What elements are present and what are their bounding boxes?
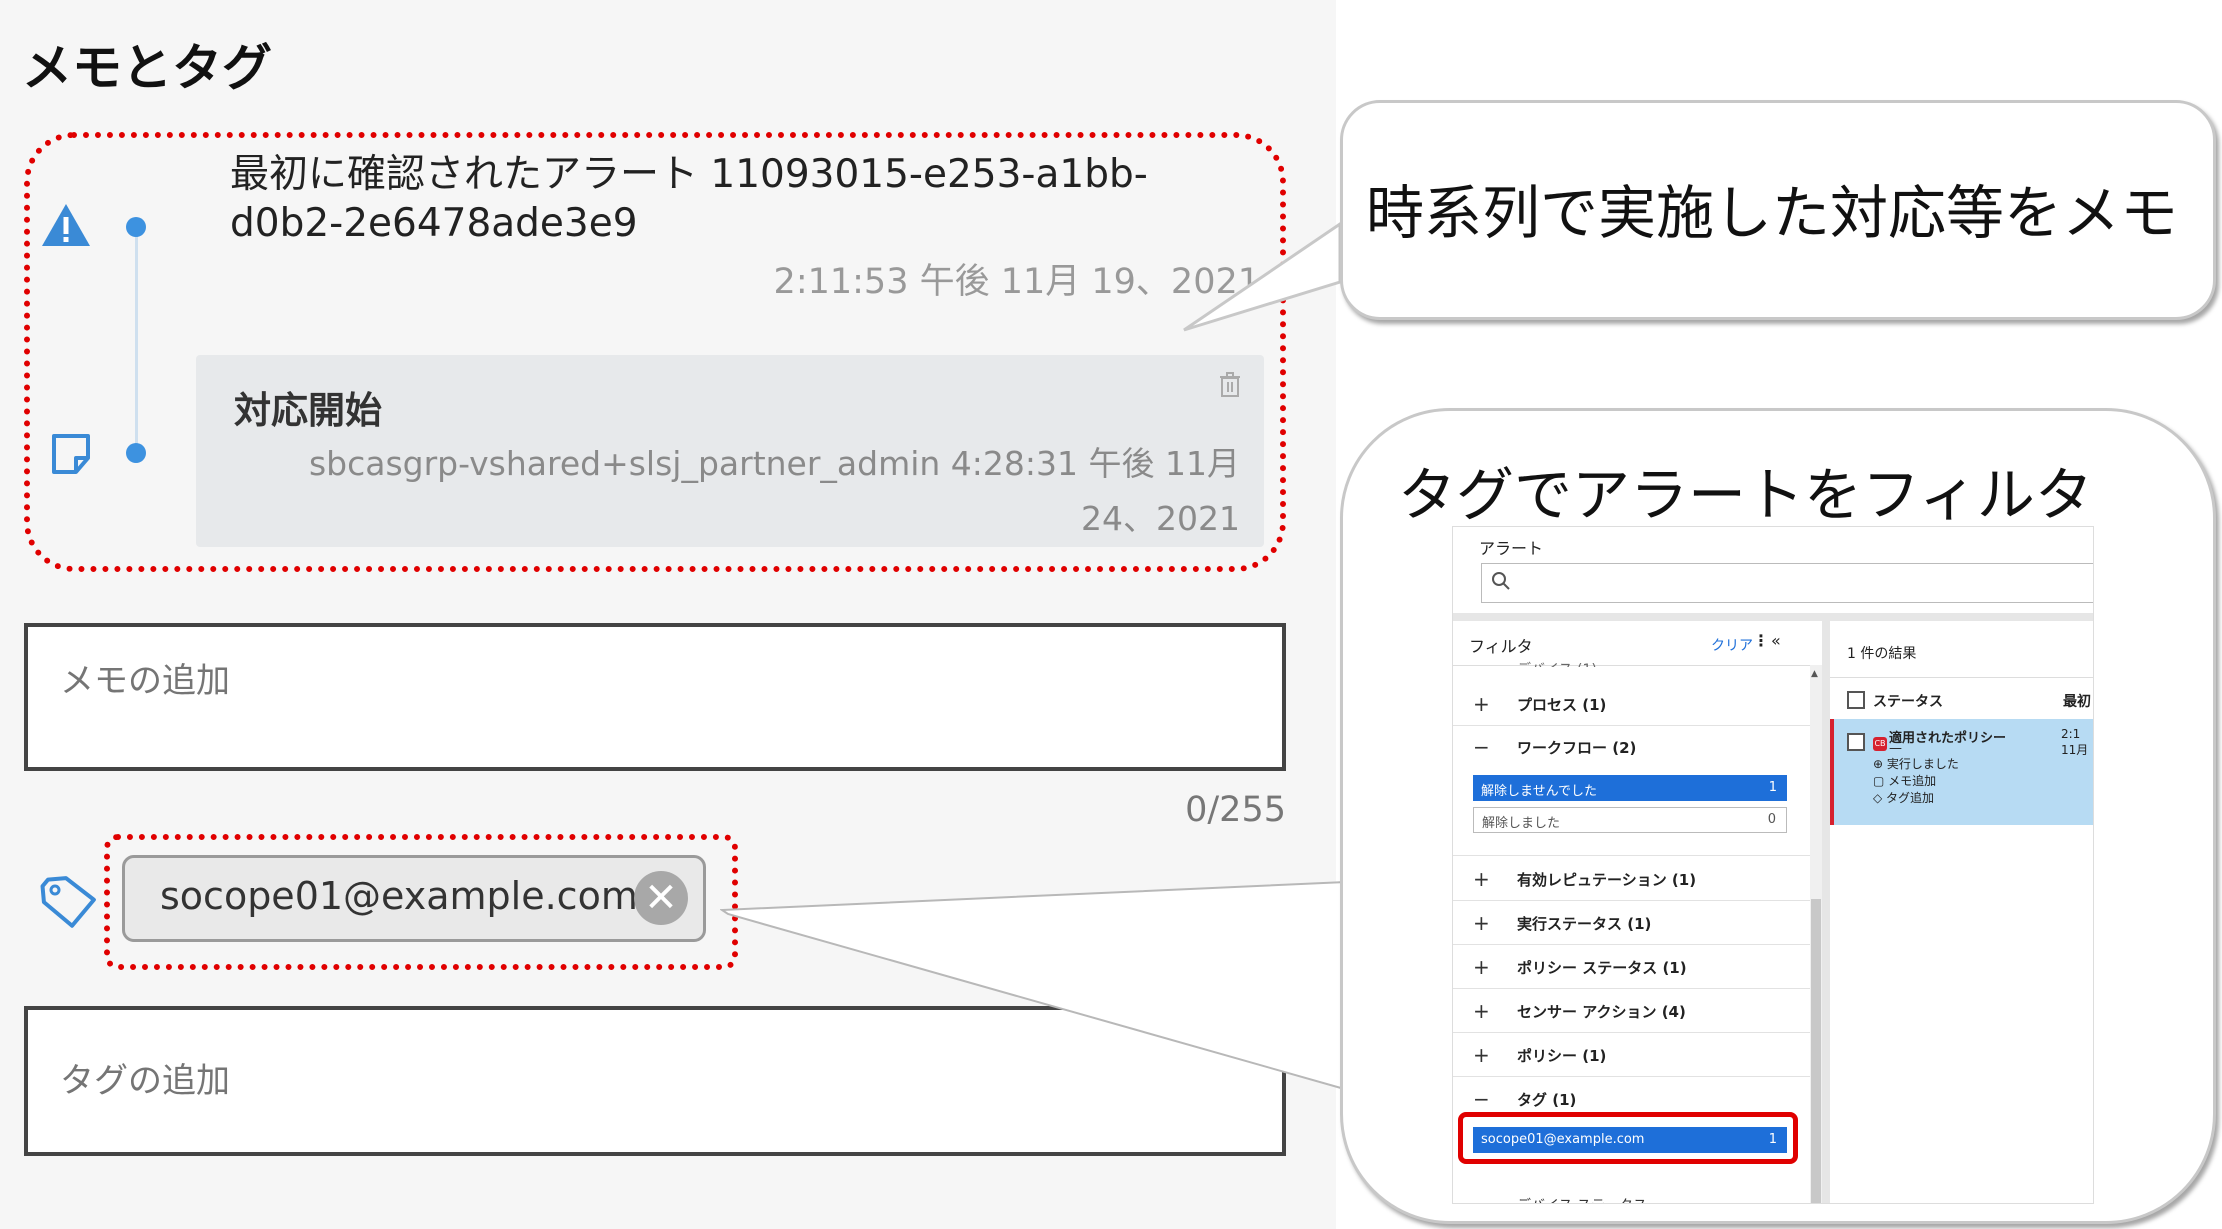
scrollbar-thumb[interactable] bbox=[1811, 899, 1821, 1203]
timeline-line bbox=[135, 226, 138, 454]
alerts-filter-screenshot: アラート フィルタ クリア ⋮ « デバイス (1) +プロセス (1) −ワー… bbox=[1452, 526, 2094, 1204]
filter-row-reputation[interactable]: + 有効レピュテーション (1) bbox=[1453, 857, 1810, 901]
search-icon bbox=[1491, 571, 1511, 595]
applied-policy: 適用されたポリシー bbox=[1889, 731, 2007, 746]
select-all-checkbox[interactable] bbox=[1847, 691, 1865, 709]
memo-input[interactable] bbox=[24, 623, 1286, 771]
memo-char-counter: 0/255 bbox=[1185, 790, 1286, 830]
callout-tail bbox=[1183, 221, 1342, 332]
results-count: 1 件の結果 bbox=[1847, 646, 1917, 662]
filter-scroll-area bbox=[1453, 665, 1810, 666]
policy-badge-icon: CB bbox=[1873, 737, 1887, 751]
tag-chip-label: socope01@example.com bbox=[160, 874, 638, 918]
filter-row-cut: デバイス ステータス bbox=[1517, 1195, 1647, 1203]
pane-divider bbox=[1822, 621, 1830, 1203]
close-icon[interactable]: ✕ bbox=[634, 871, 688, 925]
alerts-header: アラート bbox=[1479, 539, 1544, 558]
scroll-up-icon[interactable]: ▲ bbox=[1811, 669, 1818, 679]
alert-title: 最初に確認されたアラート 11093015-e253-a1bb-d0b2-2e6… bbox=[230, 152, 1148, 246]
result-date: 11月 bbox=[2061, 743, 2089, 757]
add-memo-link[interactable]: ▢ メモ追加 bbox=[1873, 772, 1936, 789]
add-tag-link[interactable]: ◇ タグ追加 bbox=[1873, 789, 1934, 806]
callout-pointer bbox=[720, 880, 1350, 1092]
filter-row-process[interactable]: + プロセス (1) bbox=[1453, 682, 1810, 726]
result-time: 2:1 bbox=[2061, 727, 2081, 741]
tag-filter-option[interactable]: socope01@example.com 1 bbox=[1473, 1127, 1787, 1153]
tag-callout-text: タグでアラートをフィルタ bbox=[1398, 461, 2093, 529]
timeline-dot bbox=[126, 217, 146, 237]
row-checkbox[interactable] bbox=[1847, 733, 1865, 751]
status-column-header: ステータス bbox=[1873, 694, 1943, 710]
trash-icon[interactable] bbox=[1219, 372, 1241, 402]
timeline-dot bbox=[126, 443, 146, 463]
filter-row-exec-status[interactable]: + 実行ステータス (1) bbox=[1453, 901, 1810, 945]
filter-menu-icon[interactable]: ⋮ bbox=[1753, 631, 1769, 650]
workflow-option[interactable]: 解除しませんでした 1 bbox=[1473, 775, 1787, 801]
policy-dash: — bbox=[1889, 741, 1902, 756]
warning-icon bbox=[40, 202, 92, 252]
memo-callout-text: 時系列で実施した対応等をメモ bbox=[1366, 179, 2179, 247]
filter-row-cut: デバイス (1) bbox=[1517, 659, 1597, 667]
tag-icon bbox=[38, 874, 98, 934]
filter-row-workflow[interactable]: − ワークフロー (2) bbox=[1453, 725, 1810, 768]
collapse-icon[interactable]: « bbox=[1771, 631, 1781, 650]
workflow-option[interactable]: 解除しました 0 bbox=[1473, 807, 1787, 833]
memo-title: 対応開始 bbox=[234, 389, 382, 432]
filter-row-policy[interactable]: + ポリシー (1) bbox=[1453, 1033, 1810, 1077]
row-divider bbox=[1453, 855, 1810, 856]
filter-label: フィルタ bbox=[1469, 637, 1533, 656]
note-icon bbox=[50, 432, 94, 480]
filter-row-sensor-action[interactable]: + センサー アクション (4) bbox=[1453, 989, 1810, 1033]
results-divider bbox=[1830, 677, 2093, 678]
clear-filter-link[interactable]: クリア bbox=[1711, 635, 1753, 655]
alert-timestamp: 2:11:53 午後 11月 19、2021 bbox=[773, 262, 1260, 302]
header-divider bbox=[1453, 613, 2093, 621]
panel-title: メモとタグ bbox=[22, 39, 272, 97]
first-column-header: 最初 bbox=[2063, 694, 2091, 710]
executed-status: ⊕ 実行しました bbox=[1873, 757, 1959, 771]
memo-author-time: sbcasgrp-vshared+slsj_partner_admin 4:28… bbox=[308, 444, 1240, 538]
alerts-search-input[interactable] bbox=[1481, 563, 2093, 603]
filter-row-policy-status[interactable]: + ポリシー ステータス (1) bbox=[1453, 945, 1810, 989]
